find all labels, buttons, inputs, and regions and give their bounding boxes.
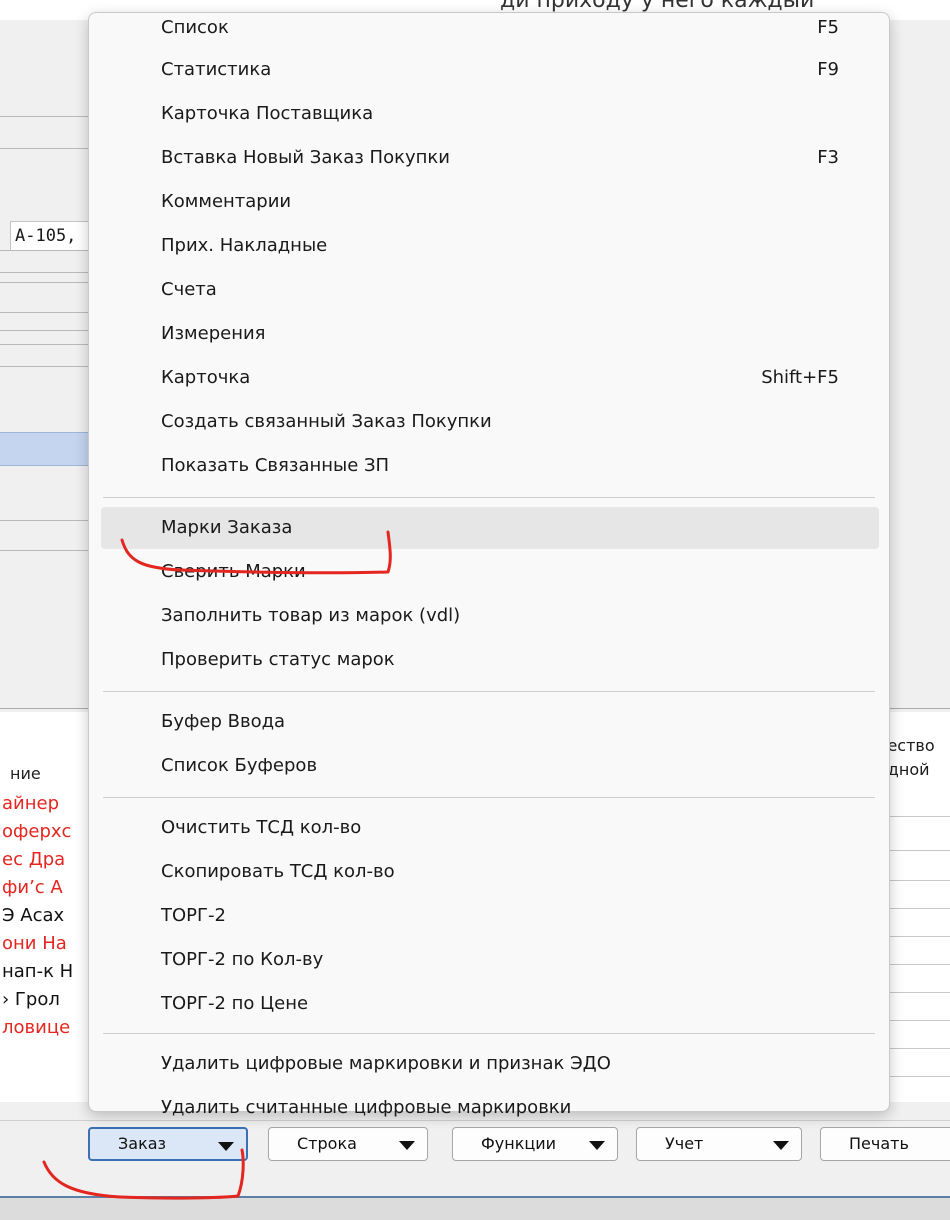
menu-item-label: Показать Связанные ЗП	[161, 455, 390, 476]
menu-item-label: Список Буферов	[161, 755, 318, 776]
dropdown-arrow-icon	[589, 1141, 605, 1150]
menu-item-statistics[interactable]: Статистика F9	[101, 49, 879, 91]
order-menu-label: Заказ	[118, 1134, 167, 1153]
menu-item-label: Буфер Ввода	[161, 711, 286, 732]
menu-item-check-marks-status[interactable]: Проверить статус марок	[101, 639, 879, 681]
menu-item-label: Скопировать ТСД кол-во	[161, 861, 395, 882]
form-line	[0, 520, 88, 521]
menu-item-label: Удалить считанные цифровые маркировки	[161, 1097, 572, 1118]
menu-item-input-buffer[interactable]: Буфер Ввода	[101, 701, 879, 743]
menu-separator	[103, 497, 875, 498]
form-line	[0, 344, 88, 345]
menu-item-order-marks[interactable]: Марки Заказа	[101, 507, 879, 549]
form-line	[0, 148, 88, 149]
menu-item-label: Вставка Новый Заказ Покупки	[161, 147, 450, 168]
menu-item-label: Марки Заказа	[161, 517, 293, 538]
form-line	[0, 312, 88, 313]
menu-item-copy-tsd-qty[interactable]: Скопировать ТСД кол-во	[101, 851, 879, 893]
menu-item-shortcut: F3	[817, 147, 839, 168]
form-line	[0, 550, 88, 551]
menu-item-label: Создать связанный Заказ Покупки	[161, 411, 492, 432]
selected-row-band	[0, 432, 88, 466]
menu-item-clear-tsd-qty[interactable]: Очистить ТСД кол-во	[101, 807, 879, 849]
menu-item-create-linked-purchase-order[interactable]: Создать связанный Заказ Покупки	[101, 401, 879, 443]
functions-menu-button[interactable]: Функции	[452, 1127, 618, 1161]
form-line	[0, 282, 88, 283]
dropdown-arrow-icon	[773, 1141, 789, 1150]
menu-item-verify-marks[interactable]: Сверить Марки	[101, 551, 879, 593]
status-bar	[0, 1196, 950, 1220]
menu-item-label: Удалить цифровые маркировки и признак ЭД…	[161, 1053, 611, 1074]
menu-item-torg2[interactable]: ТОРГ-2	[101, 895, 879, 937]
menu-separator	[103, 797, 875, 798]
menu-item-label: Заполнить товар из марок (vdl)	[161, 605, 461, 626]
accounting-menu-button[interactable]: Учет	[636, 1127, 802, 1161]
menu-item-label: Комментарии	[161, 191, 292, 212]
grid-row-name[interactable]: нап-к Н	[0, 958, 90, 986]
menu-item-buffer-list[interactable]: Список Буферов	[101, 745, 879, 787]
address-field[interactable]: А-105,	[10, 221, 90, 251]
grid-row-name[interactable]: Э Асах	[0, 902, 90, 930]
menu-item-bills[interactable]: Счета	[101, 269, 879, 311]
menu-item-label: Прих. Накладные	[161, 235, 328, 256]
menu-item-measurements[interactable]: Измерения	[101, 313, 879, 355]
order-menu-button[interactable]: Заказ	[88, 1127, 248, 1161]
dropdown-arrow-icon	[399, 1141, 415, 1150]
print-menu-label: Печать	[849, 1134, 909, 1153]
menu-item-label: ТОРГ-2	[161, 905, 226, 926]
menu-item-shortcut: F9	[817, 59, 839, 80]
accounting-menu-label: Учет	[665, 1134, 704, 1153]
menu-separator	[103, 691, 875, 692]
menu-item-label: Статистика	[161, 59, 272, 80]
grid-row-name[interactable]: айнер	[0, 790, 90, 818]
menu-item-show-linked-orders[interactable]: Показать Связанные ЗП	[101, 445, 879, 487]
menu-item-fill-goods-from-marks[interactable]: Заполнить товар из марок (vdl)	[101, 595, 879, 637]
line-menu-button[interactable]: Строка	[268, 1127, 428, 1161]
grid-row-name[interactable]: ес Дра	[0, 846, 90, 874]
menu-item-label: Карточка Поставщика	[161, 103, 374, 124]
menu-item-insert-new-purchase-order[interactable]: Вставка Новый Заказ Покупки F3	[101, 137, 879, 179]
print-menu-button[interactable]: Печать	[820, 1127, 950, 1161]
menu-item-delete-digital-marks-edo[interactable]: Удалить цифровые маркировки и признак ЭД…	[101, 1043, 879, 1085]
menu-item-label: Сверить Марки	[161, 561, 306, 582]
grid-header-name: ние	[10, 764, 41, 783]
bottom-toolbar: Заказ Строка Функции Учет Печать	[0, 1120, 950, 1196]
menu-item-label: Проверить статус марок	[161, 649, 395, 670]
form-line	[0, 272, 88, 273]
menu-separator	[103, 1033, 875, 1034]
menu-item-label: ТОРГ-2 по Цене	[161, 993, 309, 1014]
menu-item-shortcut: Shift+F5	[761, 367, 839, 388]
grid-row-name[interactable]: › Грол	[0, 986, 90, 1014]
menu-item-label: ТОРГ-2 по Кол-ву	[161, 949, 324, 970]
line-menu-label: Строка	[297, 1134, 357, 1153]
menu-item-shortcut: F5	[817, 17, 839, 38]
dropdown-arrow-icon	[218, 1142, 234, 1151]
order-dropdown-menu: Список F5 Статистика F9 Карточка Поставщика В…	[88, 12, 890, 1118]
grid-row-name[interactable]: ловице	[0, 1014, 90, 1042]
form-line	[0, 250, 88, 251]
menu-item-torg2-by-qty[interactable]: ТОРГ-2 по Кол-ву	[101, 939, 879, 981]
menu-item-label: Список	[161, 17, 229, 38]
menu-item-label: Очистить ТСД кол-во	[161, 817, 362, 838]
menu-item-label: Счета	[161, 279, 217, 300]
menu-item-label: Измерения	[161, 323, 266, 344]
menu-item-delete-scanned-marks[interactable]: Удалить считанные цифровые маркировки	[101, 1087, 879, 1129]
menu-item-list[interactable]: Список F5	[101, 7, 879, 49]
grid-row-name[interactable]: оферхс	[0, 818, 90, 846]
form-line	[0, 366, 88, 367]
menu-item-torg2-by-price[interactable]: ТОРГ-2 по Цене	[101, 983, 879, 1025]
menu-item-receipt-invoices[interactable]: Прих. Накладные	[101, 225, 879, 267]
form-line	[0, 330, 88, 331]
menu-item-label: Карточка	[161, 367, 251, 388]
grid-row-name[interactable]: они На	[0, 930, 90, 958]
functions-menu-label: Функции	[481, 1134, 557, 1153]
grid-row-name[interactable]: фи’с А	[0, 874, 90, 902]
menu-item-comments[interactable]: Комментарии	[101, 181, 879, 223]
form-line	[0, 116, 88, 117]
menu-item-supplier-card[interactable]: Карточка Поставщика	[101, 93, 879, 135]
menu-item-card[interactable]: Карточка Shift+F5	[101, 357, 879, 399]
